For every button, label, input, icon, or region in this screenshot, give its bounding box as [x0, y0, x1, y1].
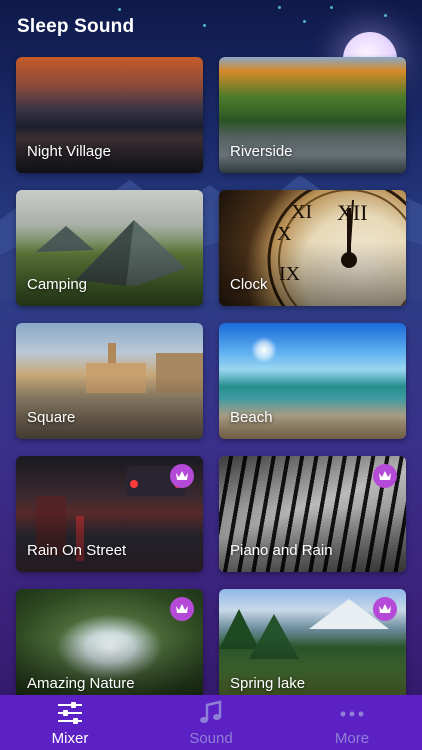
tab-label: Sound [189, 730, 233, 747]
sun-flare [251, 337, 277, 363]
sound-card-night-village[interactable]: Night Village [16, 57, 203, 173]
card-label: Riverside [230, 143, 293, 160]
premium-crown-badge [373, 597, 397, 621]
sound-card-riverside[interactable]: Riverside [219, 57, 406, 173]
music-note-icon [200, 700, 222, 723]
card-label: Beach [230, 409, 273, 426]
sound-card-beach[interactable]: Beach [219, 323, 406, 439]
premium-crown-badge [373, 464, 397, 488]
crown-icon [379, 604, 391, 613]
sound-card-piano-and-rain[interactable]: Piano and Rain [219, 456, 406, 572]
sound-card-square[interactable]: Square [16, 323, 203, 439]
sound-card-clock[interactable]: XII X XI IX Clock [219, 190, 406, 306]
sound-card-amazing-nature[interactable]: Amazing Nature [16, 589, 203, 695]
svg-text:XI: XI [291, 201, 312, 223]
page-title: Sleep Sound [17, 16, 135, 37]
card-shade [219, 508, 406, 572]
card-shade [219, 242, 406, 306]
premium-crown-badge [170, 464, 194, 488]
card-label: Camping [27, 276, 88, 293]
sound-card-spring-lake[interactable]: Spring lake [219, 589, 406, 695]
card-label: Amazing Nature [27, 675, 135, 692]
sound-card-rain-on-street[interactable]: Rain On Street [16, 456, 203, 572]
tab-sound[interactable]: Sound [141, 695, 281, 750]
crown-icon [176, 471, 188, 480]
card-shade [16, 109, 203, 173]
card-shade [219, 109, 406, 173]
tab-more[interactable]: More [282, 695, 422, 750]
tab-mixer[interactable]: Mixer [0, 695, 140, 750]
tab-label: Mixer [51, 730, 89, 747]
card-shade [16, 242, 203, 306]
card-label: Night Village [27, 143, 111, 160]
more-dots-icon [340, 711, 364, 717]
card-label: Spring lake [230, 675, 306, 692]
card-label: Square [27, 409, 76, 426]
crown-icon [176, 604, 188, 613]
crown-icon [379, 471, 391, 480]
tab-label: More [334, 730, 370, 747]
svg-text:XII: XII [337, 200, 368, 225]
sliders-icon [58, 702, 82, 724]
premium-crown-badge [170, 597, 194, 621]
card-shade [219, 375, 406, 439]
card-label: Piano and Rain [230, 542, 333, 559]
card-shade [16, 375, 203, 439]
card-shade [16, 508, 203, 572]
sound-card-camping[interactable]: Camping [16, 190, 203, 306]
card-label: Rain On Street [27, 542, 127, 559]
bottom-tab-bar: Mixer Sound More [0, 695, 422, 750]
card-label: Clock [230, 276, 268, 293]
